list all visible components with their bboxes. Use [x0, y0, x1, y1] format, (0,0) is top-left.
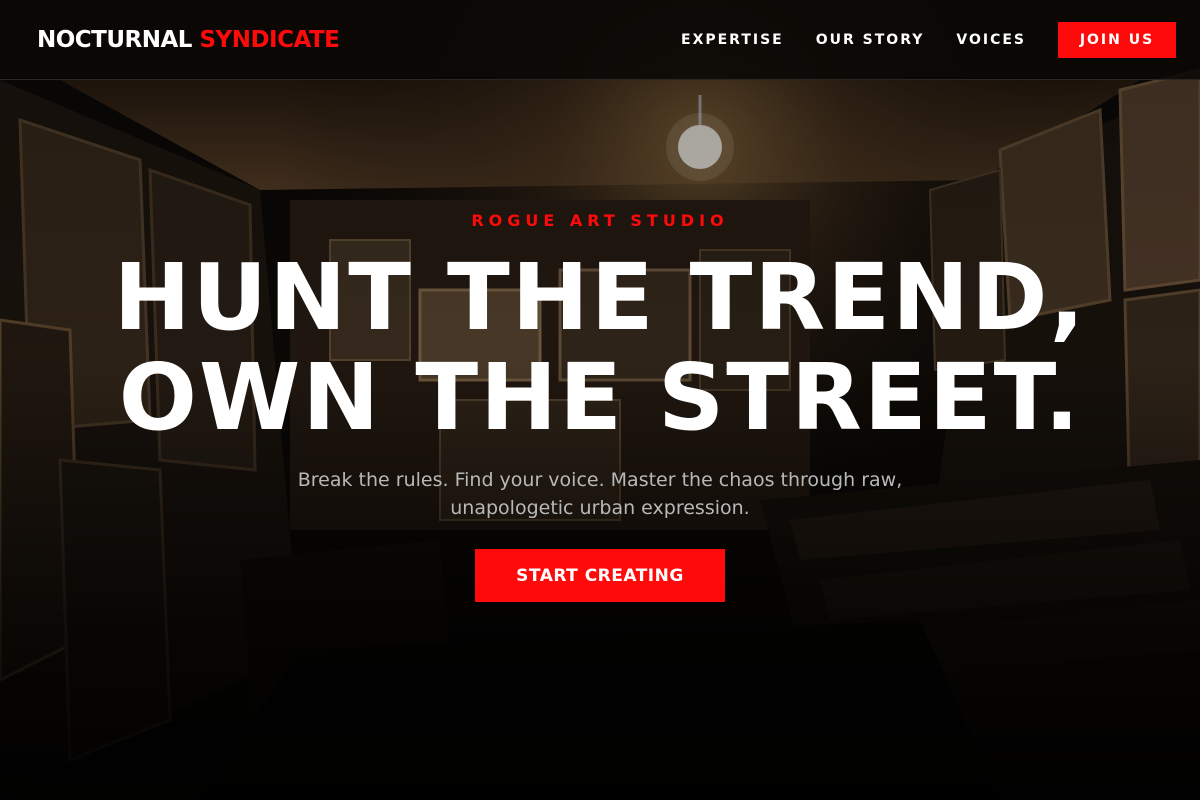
- main-nav: EXPERTISE OUR STORY VOICES JOIN US: [681, 21, 1176, 58]
- hero-subtitle: Break the rules. Find your voice. Master…: [297, 469, 903, 519]
- top-navbar: NOCTURNAL SYNDICATE EXPERTISE OUR STORY …: [0, 0, 1200, 80]
- hero-section: ROGUE ART STUDIO HUNT THE TREND, OWN THE…: [0, 80, 1200, 800]
- brand-logo[interactable]: NOCTURNAL SYNDICATE: [37, 26, 340, 53]
- hero-headline-line2: OWN THE STREET.: [118, 344, 1082, 451]
- nav-link-voices[interactable]: VOICES: [956, 32, 1026, 48]
- brand-name-primary: NOCTURNAL: [37, 26, 192, 53]
- hero-eyebrow: ROGUE ART STUDIO: [471, 211, 729, 230]
- nav-link-our-story[interactable]: OUR STORY: [816, 32, 925, 48]
- start-creating-button[interactable]: START CREATING: [475, 549, 725, 602]
- hero-headline: HUNT THE TREND, OWN THE STREET.: [0, 248, 1200, 448]
- nav-link-expertise[interactable]: EXPERTISE: [681, 32, 784, 48]
- join-us-button[interactable]: JOIN US: [1058, 21, 1176, 58]
- hero-headline-line1: HUNT THE TREND,: [113, 244, 1087, 351]
- brand-name-accent: SYNDICATE: [199, 26, 340, 53]
